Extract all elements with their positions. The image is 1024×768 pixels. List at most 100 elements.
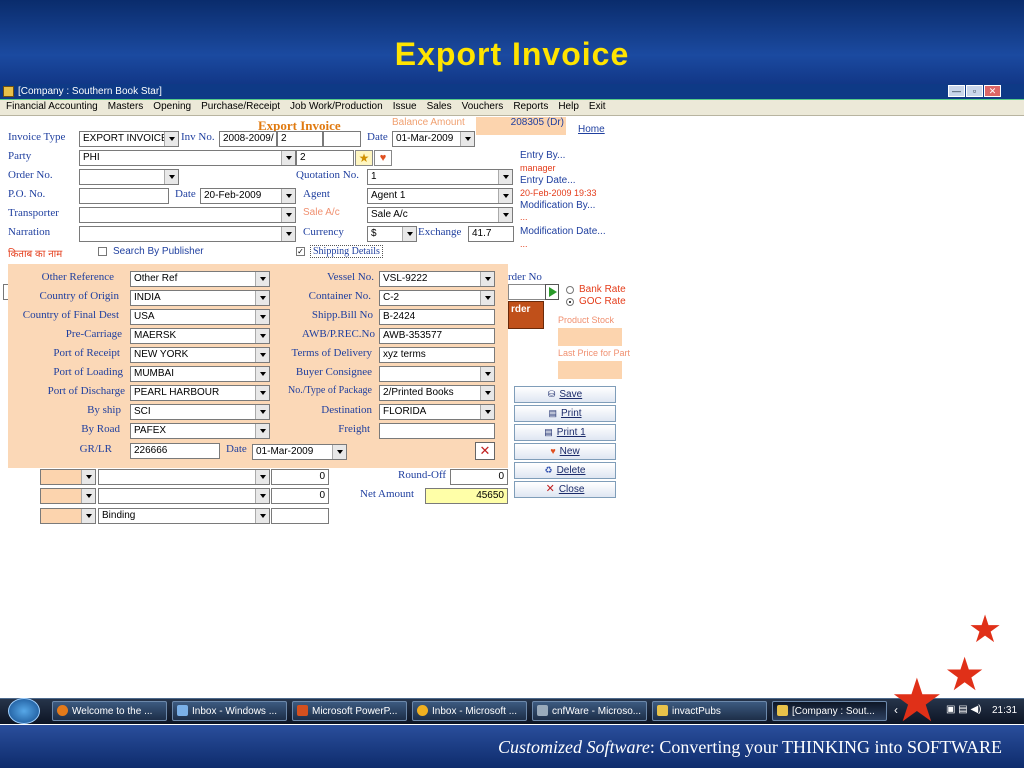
home-link[interactable]: Home <box>578 124 605 135</box>
order-no-behind-field[interactable] <box>508 284 546 300</box>
grlr-date-select[interactable]: 01-Mar-2009 <box>252 444 347 460</box>
shipping-details-checkbox[interactable]: ✓ <box>296 247 305 256</box>
chevron-down-icon <box>503 194 509 198</box>
exchange-field[interactable]: 41.7 <box>468 226 514 242</box>
container-value: C-2 <box>383 292 400 303</box>
port-discharge-label: Port of Discharge <box>47 385 125 397</box>
transporter-select[interactable] <box>79 207 296 223</box>
menu-purchase-receipt[interactable]: Purchase/Receipt <box>201 101 280 112</box>
task-invactpubs[interactable]: invactPubs <box>652 701 767 721</box>
close-button[interactable]: ✕ Close <box>514 481 616 498</box>
awb-field[interactable]: AWB-353577 <box>379 328 495 344</box>
close-panel-icon[interactable]: ✕ <box>475 442 495 460</box>
narration-select[interactable] <box>79 226 296 242</box>
print-button[interactable]: ▤ Print <box>514 405 616 422</box>
country-dest-select[interactable]: USA <box>130 309 270 325</box>
task-company[interactable]: [Company : Sout... <box>772 701 887 721</box>
delete-button[interactable]: ♻ Delete <box>514 462 616 479</box>
row3-desc-select[interactable]: Binding <box>98 508 270 524</box>
row1-type-select[interactable] <box>40 469 96 485</box>
party-code-field[interactable]: 2 <box>296 150 354 166</box>
chevron-down-icon <box>86 514 92 518</box>
go-button[interactable] <box>545 284 559 300</box>
close-window-button[interactable]: ✕ <box>984 85 1001 97</box>
round-off-field[interactable]: 0 <box>450 469 508 485</box>
pre-carriage-select[interactable]: MAERSK <box>130 328 270 344</box>
row1-amount[interactable]: 0 <box>271 469 329 485</box>
task-inbox-microsoft[interactable]: Inbox - Microsoft ... <box>412 701 527 721</box>
search-publisher-checkbox[interactable] <box>98 247 107 256</box>
star-icon[interactable]: ★ <box>355 150 373 166</box>
menu-job-work[interactable]: Job Work/Production <box>290 101 383 112</box>
menu-opening[interactable]: Opening <box>153 101 191 112</box>
minimize-button[interactable]: — <box>948 85 965 97</box>
goc-rate-radio[interactable] <box>566 298 574 306</box>
grlr-field[interactable]: 226666 <box>130 443 220 459</box>
row1-desc-select[interactable] <box>98 469 270 485</box>
task-welcome[interactable]: Welcome to the ... <box>52 701 167 721</box>
new-button[interactable]: ♥ New <box>514 443 616 460</box>
maximize-button[interactable]: ▫ <box>966 85 983 97</box>
window-title: [Company : Southern Book Star] <box>0 84 1024 100</box>
order-no-select[interactable] <box>79 169 179 185</box>
print1-button[interactable]: ▤ Print 1 <box>514 424 616 441</box>
menu-exit[interactable]: Exit <box>589 101 606 112</box>
buyer-consignee-select[interactable] <box>379 366 495 382</box>
slide-title: Export Invoice <box>394 36 630 72</box>
currency-select[interactable]: $ <box>367 226 417 242</box>
heart-icon[interactable]: ♥ <box>374 150 392 166</box>
row2-amount[interactable]: 0 <box>271 488 329 504</box>
row3-type-select[interactable] <box>40 508 96 524</box>
freight-field[interactable] <box>379 423 495 439</box>
other-ref-select[interactable]: Other Ref <box>130 271 270 287</box>
star-icon: ★ <box>968 609 1003 651</box>
country-dest-label: Country of Final Dest <box>22 309 119 321</box>
row2-type-select[interactable] <box>40 488 96 504</box>
destination-select[interactable]: FLORIDA <box>379 404 495 420</box>
vessel-select[interactable]: VSL-9222 <box>379 271 495 287</box>
country-origin-value: INDIA <box>134 292 161 303</box>
agent-select[interactable]: Agent 1 <box>367 188 513 204</box>
menu-issue[interactable]: Issue <box>393 101 417 112</box>
port-discharge-select[interactable]: PEARL HARBOUR <box>130 385 270 401</box>
country-origin-select[interactable]: INDIA <box>130 290 270 306</box>
row2-desc-select[interactable] <box>98 488 270 504</box>
menu-vouchers[interactable]: Vouchers <box>462 101 504 112</box>
system-tray-icons[interactable]: ▣ ▤ ◀) <box>946 704 981 715</box>
start-button[interactable] <box>8 698 40 724</box>
sale-ac-select[interactable]: Sale A/c <box>367 207 513 223</box>
inv-no-field[interactable]: 2 <box>277 131 323 147</box>
invoice-type-select[interactable]: EXPORT INVOICE <box>79 131 179 147</box>
menu-sales[interactable]: Sales <box>427 101 452 112</box>
container-select[interactable]: C-2 <box>379 290 495 306</box>
bank-rate-radio[interactable] <box>566 286 574 294</box>
port-loading-select[interactable]: MUMBAI <box>130 366 270 382</box>
save-button[interactable]: ⛁ Save <box>514 386 616 403</box>
package-select[interactable]: 2/Printed Books <box>379 385 495 401</box>
round-off-label: Round-Off <box>398 469 447 481</box>
invoice-date-select[interactable]: 01-Mar-2009 <box>392 131 475 147</box>
port-receipt-select[interactable]: NEW YORK <box>130 347 270 363</box>
party-select[interactable]: PHI <box>79 150 296 166</box>
task-cnfware[interactable]: cnfWare - Microso... <box>532 701 647 721</box>
inv-no-extra-field[interactable] <box>323 131 361 147</box>
quotation-select[interactable]: 1 <box>367 169 513 185</box>
menu-help[interactable]: Help <box>558 101 579 112</box>
chevron-down-icon <box>485 391 491 395</box>
task-powerpoint[interactable]: Microsoft PowerP... <box>292 701 407 721</box>
agent-value: Agent 1 <box>371 190 406 201</box>
po-date-select[interactable]: 20-Feb-2009 <box>200 188 296 204</box>
by-road-select[interactable]: PAFEX <box>130 423 270 439</box>
shipping-details-label: Shipping Details <box>310 245 383 258</box>
chevron-down-icon <box>286 232 292 236</box>
task-inbox-windows[interactable]: Inbox - Windows ... <box>172 701 287 721</box>
terms-field[interactable]: xyz terms <box>379 347 495 363</box>
row3-desc-value: Binding <box>102 510 136 521</box>
menu-masters[interactable]: Masters <box>108 101 144 112</box>
by-ship-select[interactable]: SCI <box>130 404 270 420</box>
menu-reports[interactable]: Reports <box>513 101 548 112</box>
po-field[interactable] <box>79 188 169 204</box>
row3-amount[interactable] <box>271 508 329 524</box>
menu-financial-accounting[interactable]: Financial Accounting <box>6 101 98 112</box>
shipp-bill-field[interactable]: B-2424 <box>379 309 495 325</box>
